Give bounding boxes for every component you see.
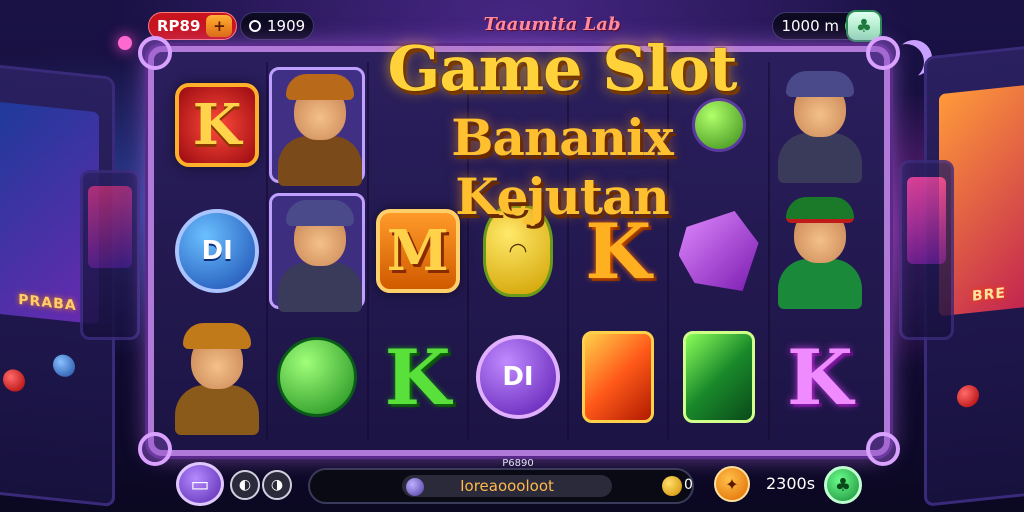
symbol-jade-card: [682, 331, 755, 423]
game-title: Taaumita Lab Game Slot Bananix Kejutan: [352, 10, 772, 226]
win-value: 1000 m: [781, 17, 839, 35]
arcade-button: [957, 384, 979, 409]
symbol-di-coin-purple: DI: [475, 335, 560, 419]
bed-icon: ▭: [190, 472, 210, 496]
clover-icon: ♣: [855, 15, 873, 37]
arcade-screen-right-back: [906, 176, 947, 264]
title-line-2: Bananix Kejutan: [451, 108, 674, 226]
bet-button[interactable]: ♣: [824, 466, 862, 504]
coin-icon: [662, 476, 682, 496]
coin-count: 0: [684, 477, 693, 493]
bet-amount: 2300s: [766, 474, 816, 493]
reel-cell[interactable]: [268, 314, 369, 440]
clover-icon: ♣: [834, 474, 852, 496]
reel-cell[interactable]: [168, 314, 269, 440]
sound-icon: ◐: [238, 477, 252, 493]
reel-cell[interactable]: [770, 62, 870, 188]
spin-icon: ✦: [725, 474, 739, 494]
sound-button[interactable]: ◐: [230, 470, 260, 500]
symbol-fire-card: [582, 331, 655, 423]
reel-cell[interactable]: DI: [168, 188, 269, 314]
symbol-di-coin-blue: DI: [175, 209, 260, 293]
neon-lamp: [118, 36, 132, 50]
reel-cell[interactable]: [669, 314, 770, 440]
reel-cell[interactable]: DI: [469, 314, 570, 440]
arcade-machine-right-back: [899, 160, 954, 340]
info-orb-icon: [406, 478, 424, 496]
reel-cell[interactable]: K: [770, 314, 870, 440]
reel-cell[interactable]: K: [168, 62, 269, 188]
settings-icon: ◑: [270, 477, 284, 493]
symbol-hero-helmet: [772, 67, 868, 183]
balance-pill: 1909: [240, 12, 315, 40]
frame-corner-ornament: [138, 432, 172, 466]
coin-icon: [249, 20, 261, 32]
menu-button[interactable]: ▭: [176, 462, 224, 506]
plus-icon[interactable]: +: [206, 15, 233, 37]
symbol-k-green: K: [384, 332, 451, 422]
symbol-k-purple: K: [786, 332, 853, 422]
arcade-button: [53, 353, 75, 378]
arcade-screen-left-back: [88, 186, 132, 269]
settings-button[interactable]: ◑: [262, 470, 292, 500]
title-line-1: Game Slot: [387, 32, 737, 105]
credit-label: RP89: [157, 17, 201, 35]
balance-value: 1909: [267, 17, 306, 35]
spin-button[interactable]: ✦: [714, 466, 750, 502]
arcade-button: [3, 368, 25, 393]
info-bar: Ioreaoooloot 0: [308, 468, 694, 504]
symbol-k-red: K: [175, 83, 260, 167]
reel-cell[interactable]: [569, 314, 670, 440]
info-text: Ioreaoooloot: [402, 475, 612, 497]
frame-corner-ornament: [866, 36, 900, 70]
symbol-hero-green-cap: [772, 193, 868, 309]
arcade-machine-left-back: [80, 170, 140, 340]
symbol-green-orb: [277, 337, 358, 417]
symbol-hero-goggles: [169, 319, 265, 435]
frame-corner-ornament: [138, 36, 172, 70]
reel-cell[interactable]: K: [369, 314, 469, 440]
reel-cell[interactable]: [770, 188, 870, 314]
credit-pill[interactable]: RP89 +: [148, 12, 238, 40]
frame-corner-ornament: [866, 432, 900, 466]
